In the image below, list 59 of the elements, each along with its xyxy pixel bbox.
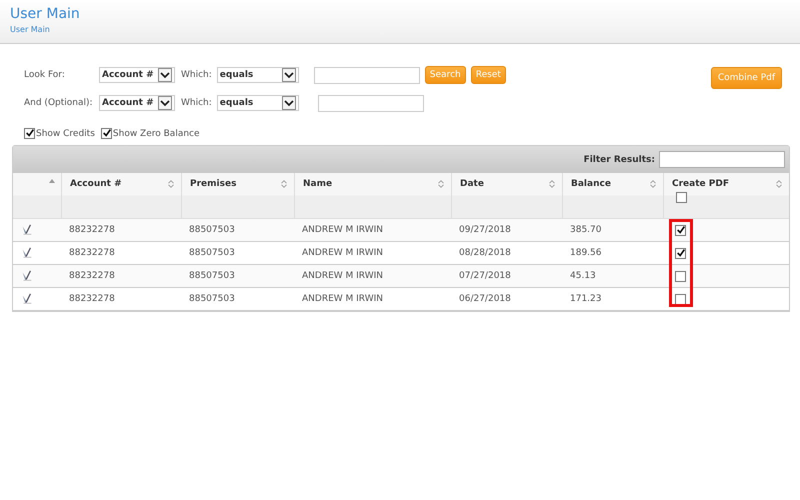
sort-icon <box>548 179 556 189</box>
table-cell-text: 06/27/2018 <box>458 293 512 306</box>
table-cell-text: 88232278 <box>68 270 116 283</box>
field-label: Look For: <box>24 70 66 80</box>
table-cell-text: ANDREW M IRWIN <box>301 270 384 283</box>
table-cell-text: 88232278 <box>68 224 116 237</box>
table-cell-text: ANDREW M IRWIN <box>301 293 384 306</box>
sort-icon <box>280 179 288 189</box>
table-cell-text: 08/28/2018 <box>458 247 512 260</box>
table-cell-text: 88232278 <box>68 293 116 306</box>
sort-icon <box>649 179 657 189</box>
document-check-icon[interactable] <box>21 270 33 282</box>
table-cell-text: 88507503 <box>188 224 236 237</box>
which-label: Which: <box>181 70 212 80</box>
table-cell-text: 385.70 <box>569 224 602 237</box>
checkbox-label: Show Zero Balance <box>112 128 200 138</box>
column-header[interactable]: Premises <box>181 173 294 218</box>
table-cell-text: 09/27/2018 <box>458 224 512 237</box>
row-checkbox[interactable] <box>675 270 686 282</box>
table-cell-text: 88507503 <box>188 247 236 260</box>
column-header[interactable]: Create PDF <box>663 173 789 218</box>
table-cell-text: ANDREW M IRWIN <box>301 224 384 237</box>
search-input[interactable] <box>318 94 424 112</box>
sort-icon <box>437 179 445 189</box>
table-cell-text: 171.23 <box>569 293 602 306</box>
document-check-icon[interactable] <box>21 247 33 259</box>
operator-dropdown[interactable]: equals <box>216 95 299 111</box>
field-dropdown[interactable]: Account # <box>99 95 175 111</box>
column-header[interactable]: Date <box>451 173 562 218</box>
table-cell-text: 45.13 <box>569 270 597 283</box>
table-cell-text: 189.56 <box>569 247 602 260</box>
filter-input[interactable] <box>659 151 785 168</box>
checkbox[interactable] <box>24 128 35 139</box>
column-header[interactable]: Balance <box>562 173 663 218</box>
row-checkbox[interactable] <box>675 224 686 236</box>
which-label: Which: <box>181 98 212 108</box>
field-label: And (Optional): <box>24 98 94 108</box>
row-checkbox[interactable] <box>675 248 686 258</box>
page-title: User Main <box>10 6 81 22</box>
field-dropdown[interactable]: Account # <box>99 67 175 83</box>
sort-icon <box>775 179 783 189</box>
column-header[interactable]: Account # <box>61 173 181 218</box>
document-check-icon[interactable] <box>21 224 33 236</box>
checkbox-label: Show Credits <box>36 128 95 138</box>
sort-icon <box>167 179 175 189</box>
column-header[interactable]: Name <box>294 173 451 218</box>
table-cell-text: 88232278 <box>68 247 116 260</box>
document-check-icon[interactable] <box>21 293 33 305</box>
search-input[interactable] <box>314 66 420 84</box>
table-cell-text: 88507503 <box>188 270 236 283</box>
select-all-checkbox[interactable] <box>676 192 687 203</box>
row-checkbox[interactable] <box>675 294 686 304</box>
table-cell-text: 88507503 <box>188 293 236 306</box>
operator-dropdown[interactable]: equals <box>216 67 299 83</box>
filter-label: Filter Results: <box>584 154 655 164</box>
table-cell-text: ANDREW M IRWIN <box>301 247 384 260</box>
sort-up-icon[interactable] <box>49 179 55 183</box>
table-cell-text: 07/27/2018 <box>458 270 512 283</box>
checkbox[interactable] <box>100 128 112 139</box>
